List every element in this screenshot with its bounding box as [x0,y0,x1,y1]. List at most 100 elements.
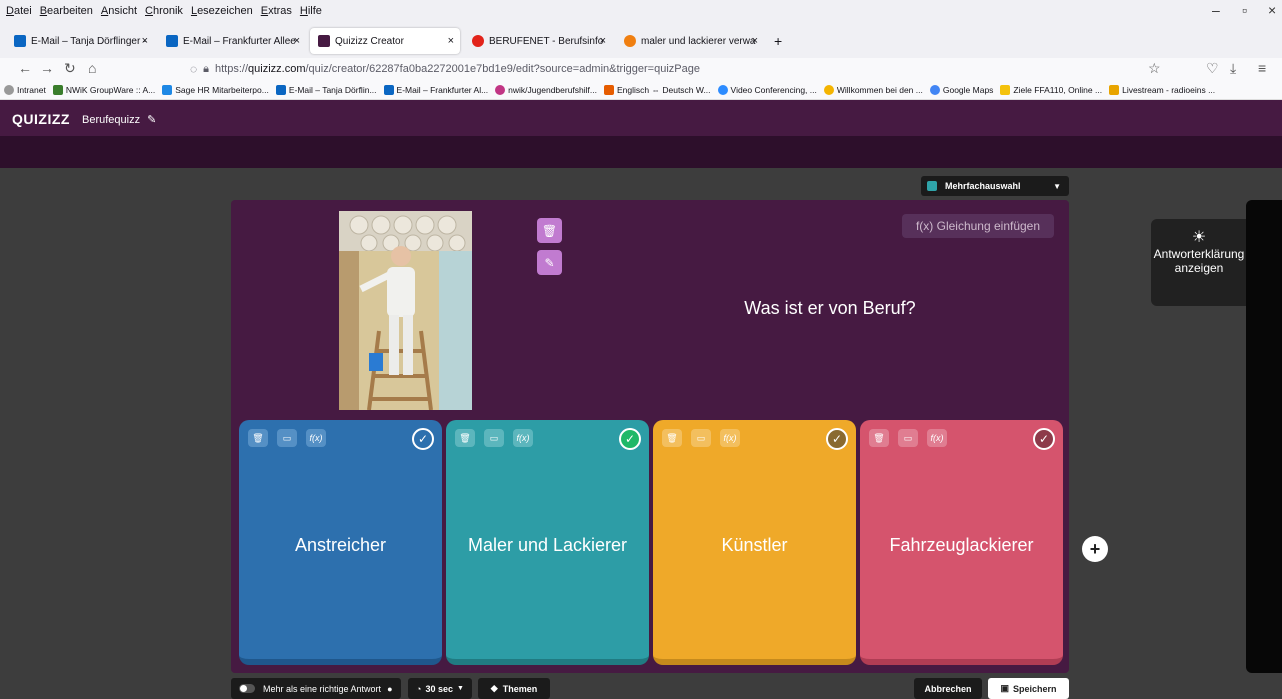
question-type-select[interactable]: Mehrfachauswahl ▼ [921,176,1069,196]
menu-ansicht[interactable]: Ansicht [101,5,137,17]
bookmark-willkommen[interactable]: Willkommen bei den ... [823,84,923,95]
close-window-icon[interactable]: × [1268,2,1276,18]
insert-equation-button[interactable]: f(x) Gleichung einfügen [902,214,1054,238]
answer-option-1[interactable]: 🗑︎ ▭ f(x) ✓ Anstreicher [239,420,442,665]
bookmark-intranet[interactable]: Intranet [4,84,46,95]
close-icon[interactable]: × [752,35,758,47]
answer-text[interactable]: Künstler [653,480,856,610]
menu-lesezeichen[interactable]: Lesezeichen [191,5,253,17]
pencil-icon[interactable]: ✎ [147,114,156,126]
dictionary-icon [604,84,614,95]
image-icon[interactable]: ▭ [898,429,918,447]
quizizz-icon [318,35,330,47]
new-tab-button[interactable]: + [766,28,790,54]
bookmark-zoom[interactable]: Video Conferencing, ... [717,84,817,95]
bookmark-email-2[interactable]: E-Mail – Frankfurter Al... [383,84,488,95]
answer-option-2[interactable]: 🗑︎ ▭ f(x) ✓ Maler und Lackierer [446,420,649,665]
time-select[interactable]: ◔ 30 sec ▼ [408,678,472,699]
bookmark-instagram[interactable]: nwik/Jugendberufshilf... [495,84,597,95]
menu-icon[interactable]: ≡ [1258,60,1266,76]
tab-search[interactable]: maler und lackierer verwandte b × [616,28,764,54]
download-icon[interactable]: ⤓ [1230,60,1236,77]
lightbulb-icon: ☀ [1191,229,1207,246]
image-icon[interactable]: ▭ [484,429,504,447]
back-icon[interactable]: ← [18,60,32,76]
menu-bearbeiten[interactable]: Bearbeiten [40,5,93,17]
answer-option-4[interactable]: 🗑︎ ▭ f(x) ✓ Fahrzeuglackierer [860,420,1063,665]
forward-icon[interactable]: → [40,60,54,76]
menu-hilfe[interactable]: Hilfe [300,5,322,17]
tab-email-1[interactable]: E-Mail – Tanja Dörflinger – Outl × [6,28,154,54]
multi-correct-toggle[interactable]: Mehr als eine richtige Antwort ● [231,678,401,699]
close-icon[interactable]: × [142,35,148,47]
tab-email-2[interactable]: E-Mail – Frankfurter Allee 110 – × [158,28,306,54]
bookmark-email-1[interactable]: E-Mail – Tanja Dörflin... [275,84,377,95]
url-bar[interactable]: ◌ 🔒︎ https://quizizz.com/quiz/creator/62… [190,58,1190,80]
right-side-panel [1246,200,1282,673]
tab-bar: E-Mail – Tanja Dörflinger – Outl × E-Mai… [0,22,1282,58]
add-option-button[interactable]: + [1082,536,1108,562]
plus-icon: + [1089,538,1101,559]
menu-chronik[interactable]: Chronik [145,5,183,17]
sub-header [0,136,1282,168]
quizizz-logo[interactable]: QUIZIZZ [12,111,70,127]
close-icon[interactable]: × [448,35,454,47]
correct-check-icon[interactable]: ✓ [1033,428,1055,450]
shield-icon: ◌ [190,62,198,76]
correct-check-icon[interactable]: ✓ [826,428,848,450]
outlook-icon [275,84,286,95]
equation-icon[interactable]: f(x) [720,429,740,447]
bookmark-radioeins[interactable]: Livestream - radioeins ... [1109,84,1215,95]
pocket-icon[interactable]: ♡ [1206,60,1219,77]
cancel-button[interactable]: Abbrechen [914,678,982,699]
toggle-switch[interactable] [239,684,255,693]
trash-icon[interactable]: 🗑︎ [869,429,889,447]
close-icon[interactable]: × [600,35,606,47]
tab-quizizz[interactable]: Quizizz Creator × [310,28,460,54]
trash-icon[interactable]: 🗑︎ [455,429,475,447]
trash-icon[interactable]: 🗑︎ [248,429,268,447]
answer-explanation-button[interactable]: ☀ Antworterklärung anzeigen [1151,219,1247,306]
option-tools: 🗑︎ ▭ f(x) [248,429,335,447]
answer-text[interactable]: Maler und Lackierer [446,480,649,610]
menu-extras[interactable]: Extras [261,5,292,17]
home-icon[interactable]: ⌂ [88,60,96,76]
quiz-title[interactable]: Berufequizz ✎ [82,113,156,126]
trash-icon: 🗑︎ [541,223,558,238]
bookmark-google-maps[interactable]: Google Maps [929,84,993,95]
image-icon[interactable]: ▭ [691,429,711,447]
close-icon[interactable]: × [294,35,300,47]
equation-icon[interactable]: f(x) [306,429,326,447]
menu-datei[interactable]: Datei [6,5,32,17]
bookmark-star-icon[interactable]: ☆ [1148,60,1161,77]
tab-berufenet[interactable]: BERUFENET - Berufsinformation × [464,28,612,54]
bookmark-groupware[interactable]: NWiK GroupWare :: A... [52,84,155,95]
answer-option-3[interactable]: 🗑︎ ▭ f(x) ✓ Künstler [653,420,856,665]
google-icon [929,84,940,95]
bookmark-ziele[interactable]: Ziele FFA110, Online ... [1000,84,1102,95]
reload-icon[interactable]: ↻ [64,60,76,77]
correct-check-icon[interactable]: ✓ [619,428,641,450]
equation-icon[interactable]: f(x) [927,429,947,447]
instagram-icon [495,84,506,95]
caret-down-icon: ▼ [1053,181,1061,191]
question-image[interactable] [339,211,472,410]
groupware-icon [52,84,63,95]
equation-icon[interactable]: f(x) [513,429,533,447]
image-icon[interactable]: ▭ [277,429,297,447]
bookmark-dictionary[interactable]: Englisch ⇔ Deutsch W... [604,84,711,95]
minimize-icon[interactable]: – [1212,2,1220,18]
question-text[interactable]: Was ist er von Beruf? [600,298,1060,319]
answer-text[interactable]: Anstreicher [239,480,442,610]
save-button[interactable]: ▣ Speichern [988,678,1069,699]
correct-check-icon[interactable]: ✓ [412,428,434,450]
menu-bar: Datei Bearbeiten Ansicht Chronik Lesezei… [0,0,1282,22]
edit-image-button[interactable]: ✎ [537,250,562,275]
themes-button[interactable]: ◆ Themen [478,678,550,699]
delete-image-button[interactable]: 🗑︎ [537,218,562,243]
answer-text[interactable]: Fahrzeuglackierer [860,480,1063,610]
trash-icon[interactable]: 🗑︎ [662,429,682,447]
maximize-icon[interactable]: ▫ [1242,2,1247,18]
info-icon[interactable]: ● [387,684,392,694]
bookmark-sage-hr[interactable]: Sage HR Mitarbeiterpo... [162,84,269,95]
